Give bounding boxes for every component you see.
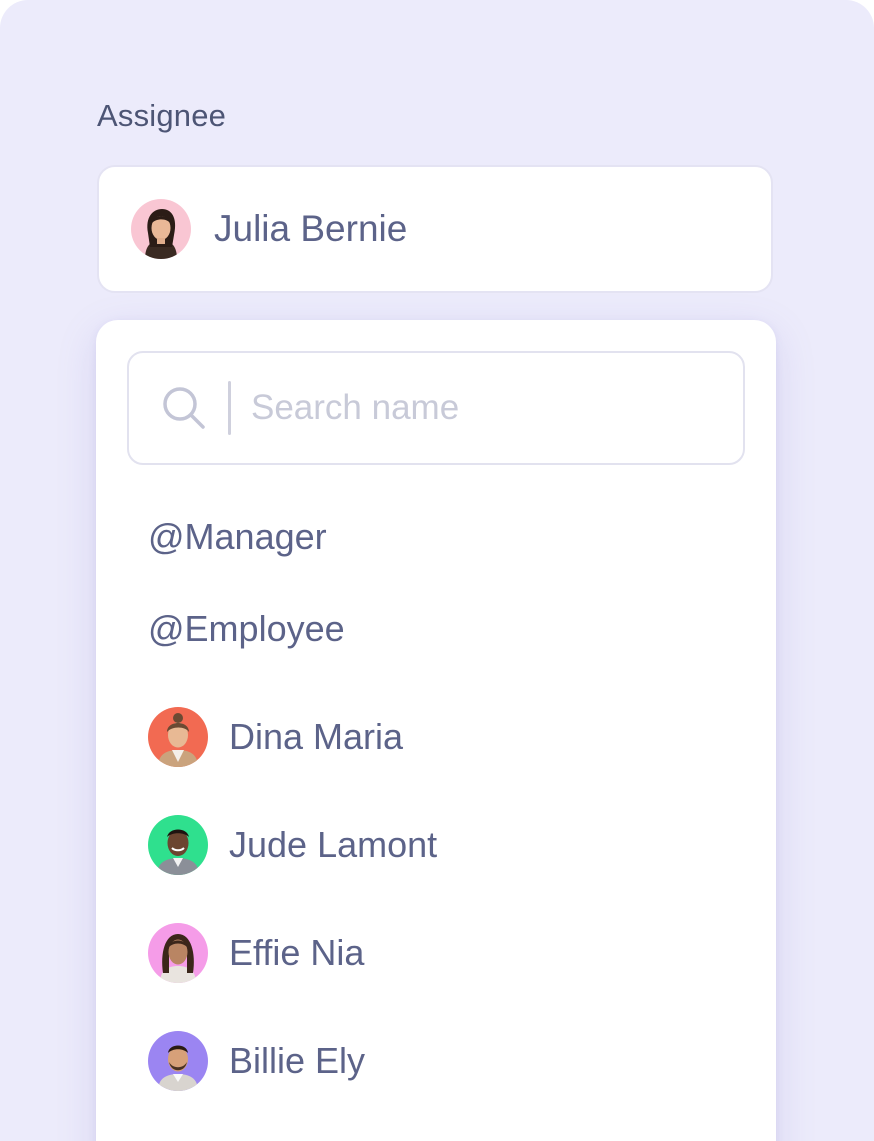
person-name: Jude Lamont [229, 824, 438, 865]
search-input[interactable] [249, 387, 693, 429]
role-item-employee[interactable]: @Employee [148, 608, 345, 650]
list-item-billie-ely[interactable]: Billie Ely [148, 1030, 365, 1092]
person-name: Billie Ely [229, 1040, 366, 1081]
search-box[interactable] [127, 351, 745, 465]
list-item-effie-nia[interactable]: Effie Nia [148, 922, 364, 984]
list-item-dina-maria[interactable]: Dina Maria [148, 706, 403, 768]
avatar [148, 1031, 208, 1091]
avatar [148, 707, 208, 767]
field-label: Assignee [97, 98, 227, 133]
avatar [131, 199, 191, 259]
search-icon [160, 384, 208, 432]
avatar [148, 923, 208, 983]
role-item-manager[interactable]: @Manager [148, 516, 327, 558]
text-cursor [228, 381, 231, 435]
assignee-select[interactable]: Julia Bernie [97, 165, 773, 293]
person-name: Effie Nia [229, 932, 365, 973]
person-name: Dina Maria [229, 716, 404, 757]
list-item-jude-lamont[interactable]: Jude Lamont [148, 814, 437, 876]
assignee-dropdown: @Manager @Employee Dina Maria [96, 320, 776, 1141]
selected-assignee-name: Julia Bernie [214, 208, 408, 249]
avatar [148, 815, 208, 875]
assignee-panel: Assignee Julia Bernie @ [0, 0, 874, 1141]
